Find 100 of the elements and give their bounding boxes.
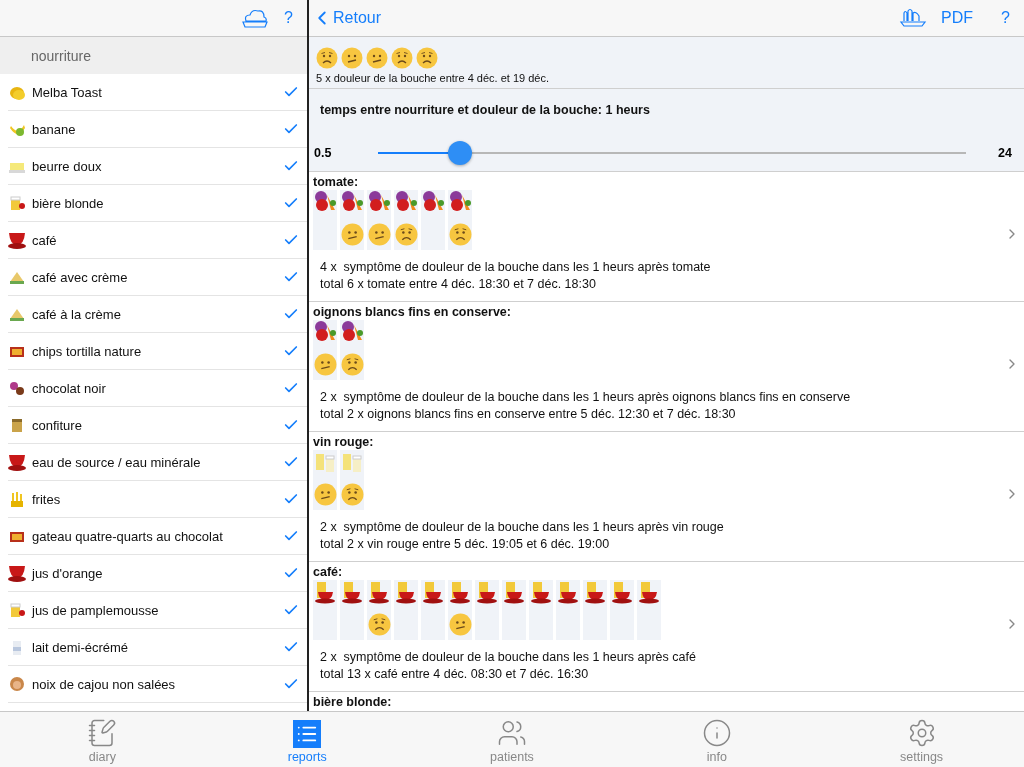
food-row[interactable]: lait demi-écrémé <box>8 629 307 666</box>
symptom-count: 2 x symptôme de douleur de la bouche dans les 1 heurs après café <box>320 649 697 666</box>
coffee-icon <box>637 580 661 604</box>
report-title: bière blonde: <box>313 695 393 709</box>
worried-face-icon <box>448 223 472 246</box>
worried-face-icon <box>316 47 338 69</box>
vegetables-icon <box>367 190 391 214</box>
food-row[interactable]: frites <box>8 481 307 518</box>
food-row[interactable]: chips tortilla nature <box>8 333 307 370</box>
pdf-button[interactable]: PDF <box>941 9 974 27</box>
confused-face-icon <box>366 47 388 69</box>
summary-text: 5 x douleur de la bouche entre 4 déc. et 19 déc. <box>316 72 550 84</box>
slider-thumb[interactable] <box>448 141 473 165</box>
report-title: café: <box>313 565 344 579</box>
food-icon <box>8 379 26 397</box>
coffee-icon <box>556 580 580 604</box>
food-row[interactable]: café avec crème <box>8 259 307 296</box>
food-icon <box>8 564 26 582</box>
worried-face-icon <box>416 47 438 69</box>
help-button[interactable]: ? <box>1001 9 1010 27</box>
food-name: beurre doux <box>32 158 103 174</box>
boat-icon[interactable] <box>899 7 928 29</box>
food-name: noix de cajou non salées <box>32 676 177 692</box>
people-icon <box>497 718 527 748</box>
coffee-icon <box>583 580 607 604</box>
interval-title: temps entre nourriture et douleur de la bouche: 1 heurs <box>320 103 651 117</box>
food-row[interactable]: jus d'orange <box>8 555 307 592</box>
food-name: jus de pamplemousse <box>32 602 160 618</box>
symptom-count: 2 x symptôme de douleur de la bouche dans les 1 heurs après oignons blancs fins en conserve <box>320 389 852 406</box>
food-name: café à la crème <box>32 306 122 322</box>
vegetables-icon <box>313 190 337 214</box>
food-name: confiture <box>32 417 83 433</box>
food-row[interactable]: banane <box>8 111 307 148</box>
coffee-icon <box>448 580 472 604</box>
total-count: total 2 x vin rouge entre 5 déc. 19:05 et 6 déc. 19:00 <box>320 536 611 553</box>
food-row[interactable]: confiture <box>8 407 307 444</box>
food-row[interactable]: jus de pamplemousse <box>8 592 307 629</box>
food-row[interactable]: chocolat noir <box>8 370 307 407</box>
vegetables-icon <box>313 320 337 344</box>
help-button[interactable]: ? <box>284 9 293 27</box>
worried-face-icon <box>367 613 391 636</box>
cloud-icon[interactable] <box>240 7 271 29</box>
report-card[interactable]: tomate: 4 x symptôme de douleur de la bouche dans les 1 heurs après tomate total 6 x tomate entre 4 déc. 18:30 et 7 déc. 18:30 <box>309 172 1024 302</box>
vegetables-icon <box>421 190 445 214</box>
total-count: total 13 x café entre 4 déc. 08:30 et 7 déc. 16:30 <box>320 666 590 683</box>
worried-face-icon <box>394 223 418 246</box>
food-name: Melba Toast <box>32 84 103 100</box>
report-card[interactable]: bière blonde: <box>309 692 1024 711</box>
food-row[interactable]: café <box>8 222 307 259</box>
coffee-icon <box>367 580 391 604</box>
vegetables-icon <box>448 190 472 214</box>
coffee-icon <box>421 580 445 604</box>
coffee-icon <box>340 580 364 604</box>
vegetables-icon <box>340 320 364 344</box>
food-name: café <box>32 232 58 248</box>
food-name: jus d'orange <box>32 565 104 581</box>
confused-face-icon <box>340 223 364 246</box>
food-name: bière blonde <box>32 195 105 211</box>
report-card[interactable]: vin rouge: 2 x symptôme de douleur de la bouche dans les 1 heurs après vin rouge total 2 x vin rouge entre 5 déc. 19:05 et 6 déc. 19:00 <box>309 432 1024 562</box>
food-icon <box>8 453 26 471</box>
food-row[interactable]: eau de source / eau minérale <box>8 444 307 481</box>
tab[interactable]: reports <box>204 712 410 767</box>
report-card[interactable]: café: 2 x symptôme de douleur de la bouche dans les 1 heurs après café total 13 x café entre 4 déc. 08:30 et 7 déc. 16:30 <box>309 562 1024 692</box>
food-name: chocolat noir <box>32 380 107 396</box>
back-button[interactable]: Retour <box>311 7 382 29</box>
worried-face-icon <box>391 47 413 69</box>
tab[interactable]: diary <box>0 712 205 767</box>
vegetables-icon <box>340 190 364 214</box>
food-icon <box>8 194 26 212</box>
confused-face-icon <box>341 47 363 69</box>
food-row[interactable]: beurre doux <box>8 148 307 185</box>
food-name: eau de source / eau minérale <box>32 454 202 470</box>
food-icon <box>8 601 26 619</box>
slider-min: 0.5 <box>314 146 333 160</box>
food-row[interactable]: gateau quatre-quarts au chocolat <box>8 518 307 555</box>
confused-face-icon <box>313 353 337 376</box>
food-icon <box>8 490 26 508</box>
worried-face-icon <box>340 353 364 376</box>
total-count: total 6 x tomate entre 4 déc. 18:30 et 7 déc. 18:30 <box>320 276 597 293</box>
food-name: café avec crème <box>32 269 129 285</box>
slider-max: 24 <box>997 146 1012 160</box>
food-icon <box>8 231 26 249</box>
report-title: tomate: <box>313 175 360 189</box>
section-header: nourriture <box>0 37 307 74</box>
food-row[interactable]: Melba Toast <box>8 74 307 111</box>
confused-face-icon <box>448 613 472 636</box>
report-card[interactable] <box>309 302 1024 432</box>
food-row[interactable]: noix de cajou non salées <box>8 666 307 703</box>
worried-face-icon <box>340 483 364 506</box>
report-title: oignons blancs fins en conserve: <box>313 305 512 319</box>
coffee-icon <box>610 580 634 604</box>
symptom-count: 2 x symptôme de douleur de la bouche dans les 1 heurs après vin rouge <box>320 519 725 536</box>
confused-face-icon <box>313 483 337 506</box>
coffee-icon <box>529 580 553 604</box>
food-row[interactable]: bière blonde <box>8 185 307 222</box>
food-name: chips tortilla nature <box>32 343 143 359</box>
coffee-icon <box>502 580 526 604</box>
food-name: lait demi-écrémé <box>32 639 130 655</box>
coffee-icon <box>313 580 337 604</box>
food-row[interactable]: café à la crème <box>8 296 307 333</box>
